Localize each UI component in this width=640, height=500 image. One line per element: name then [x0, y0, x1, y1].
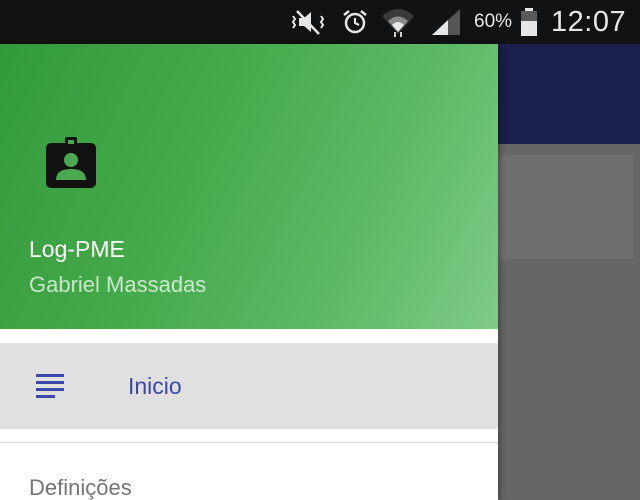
status-bar: 60% 12:07	[0, 0, 640, 44]
list-icon	[36, 373, 64, 399]
mute-vibrate-icon	[291, 6, 335, 38]
signal-icon	[430, 6, 462, 38]
battery-percent: 60%	[474, 11, 513, 32]
divider	[0, 442, 498, 443]
menu-item-inicio[interactable]: Inicio	[0, 343, 498, 429]
menu-item-label: Inicio	[128, 372, 182, 399]
wifi-icon	[380, 6, 416, 38]
app-content-card	[498, 155, 633, 259]
app-name: Log-PME	[29, 236, 125, 262]
user-name: Gabriel Massadas	[29, 272, 207, 297]
account-box-icon[interactable]	[44, 136, 98, 190]
alarm-icon	[341, 6, 369, 38]
section-label-definicoes: Definições	[29, 475, 132, 500]
navigation-drawer: Log-PME Gabriel Massadas Inicio Definiçõ…	[0, 44, 498, 500]
battery-icon	[519, 6, 539, 38]
drawer-header: Log-PME Gabriel Massadas	[0, 44, 498, 329]
clock: 12:07	[551, 5, 627, 38]
